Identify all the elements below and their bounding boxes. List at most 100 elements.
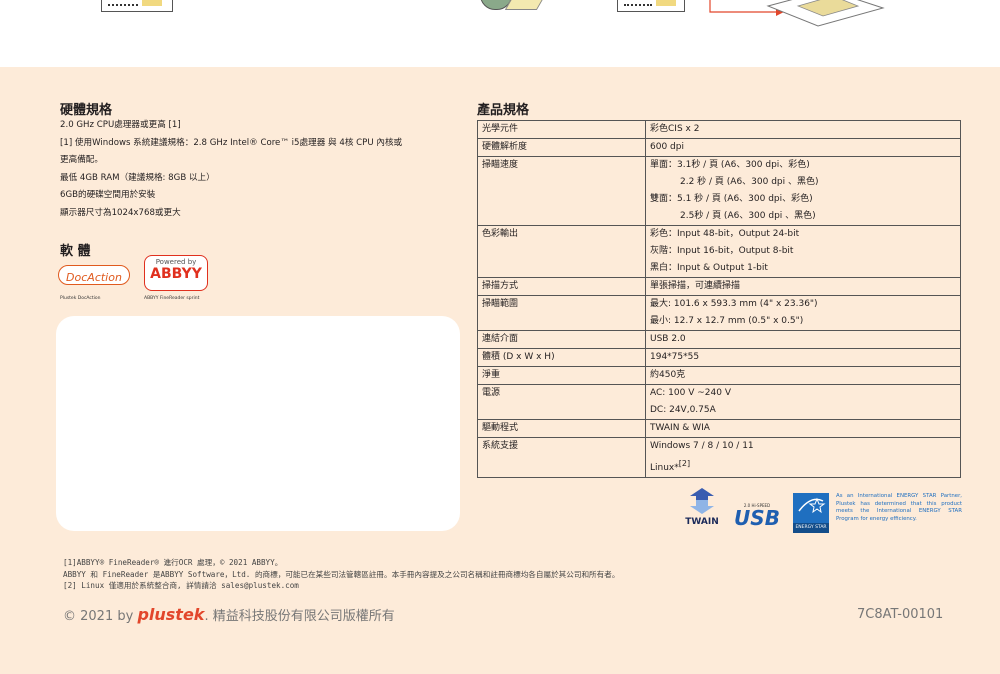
hardware-requirements: 2.0 GHz CPU處理器或更高 [1] [1] 使用Windows 系統建議…: [60, 117, 460, 222]
hardware-line: 更高備配。: [60, 155, 103, 165]
table-row: 掃描方式 單張掃描，可連續掃描: [477, 277, 961, 296]
copyright: © 2021 by plustek. 精益科技股份有限公司版權所有: [63, 605, 395, 624]
top-illustration-strip: [0, 0, 1000, 67]
hardware-title: 硬體規格: [60, 103, 113, 118]
copyright-suffix: . 精益科技股份有限公司版權所有: [204, 609, 395, 624]
spec-key: 淨重: [477, 366, 646, 385]
spec-key: 光學元件: [477, 120, 646, 139]
usb-logo: 2.0 Hi-SPEED USB: [733, 503, 781, 533]
spec-value-line: USB 2.0: [650, 334, 686, 344]
table-row: 掃瞄速度 單面：3.1秒 / 頁 (A6、300 dpi、彩色) 2.2 秒 /…: [477, 156, 961, 226]
table-row: 電源 AC: 100 V ~240 V DC: 24V,0.75A: [477, 384, 961, 420]
energy-star-logo: ENERGY STAR: [793, 493, 829, 533]
spec-key: 掃描方式: [477, 277, 646, 296]
spec-value: 彩色：Input 48-bit，Output 24-bit 灰階：Input 1…: [645, 225, 961, 278]
abbyy-powered-text: Powered by: [155, 258, 197, 266]
spec-value-line: 最大: 101.6 x 593.3 mm (4" x 23.36"): [650, 299, 818, 309]
scanner-illustration-left: [101, 0, 173, 12]
copyright-prefix: © 2021 by: [63, 609, 134, 624]
spec-value-line: 單張掃描，可連續掃描: [650, 281, 741, 291]
spec-key: 色彩輸出: [477, 225, 646, 278]
table-row: 淨重 約450克: [477, 366, 961, 385]
spec-value-line: 2.5秒 / 頁 (A6、300 dpi 、黑色): [680, 211, 816, 221]
spec-value: 彩色CIS x 2: [645, 120, 961, 139]
hardware-line: 2.0 GHz CPU處理器或更高 [1]: [60, 120, 181, 130]
document-code: 7C8AT-00101: [857, 607, 944, 622]
spec-key: 驅動程式: [477, 419, 646, 438]
spec-value: USB 2.0: [645, 330, 961, 349]
spec-value-line: 單面：3.1秒 / 頁 (A6、300 dpi、彩色): [650, 160, 810, 170]
hardware-line: 6GB的硬碟空間用於安裝: [60, 190, 156, 200]
spec-key: 掃瞄範圍: [477, 295, 646, 331]
twain-logo: TWAIN: [676, 488, 728, 530]
linux-text: Linux*: [650, 463, 679, 473]
usb-logo-text: USB: [734, 506, 780, 530]
docaction-logo: DocAction: [58, 265, 130, 285]
software-title: 軟 體: [60, 244, 91, 259]
table-row: 體積 (D x W x H) 194*75*55: [477, 348, 961, 367]
energy-star-icon: [798, 497, 826, 514]
spec-value-line: 黑白：Input & Output 1-bit: [650, 263, 768, 273]
spec-value-line: 2.2 秒 / 頁 (A6、300 dpi 、黑色): [680, 177, 819, 187]
spec-value-line: 雙面：5.1 秒 / 頁 (A6、300 dpi、彩色): [650, 194, 813, 204]
spec-value-line: TWAIN & WIA: [650, 423, 710, 433]
footnotes: [1]ABBYY® FineReader® 進行OCR 處理，© 2021 AB…: [63, 557, 963, 592]
table-row: 色彩輸出 彩色：Input 48-bit，Output 24-bit 灰階：In…: [477, 225, 961, 278]
spec-table: 光學元件 彩色CIS x 2 硬體解析度 600 dpi 掃瞄速度 單面：3.1…: [477, 120, 961, 478]
product-title: 產品規格: [477, 103, 530, 118]
spec-value: 單張掃描，可連續掃描: [645, 277, 961, 296]
spec-value: 600 dpi: [645, 138, 961, 157]
spec-value-line: DC: 24V,0.75A: [650, 405, 716, 415]
spec-key: 掃瞄速度: [477, 156, 646, 226]
footnote-line: [2] Linux 僅適用於系統整合商, 詳情請洽 sales@plustek.…: [63, 581, 299, 590]
abbyy-logo: Powered by ABBYY: [144, 255, 208, 291]
spec-value-line: 194*75*55: [650, 352, 700, 362]
spec-value: 約450克: [645, 366, 961, 385]
spec-value: 最大: 101.6 x 593.3 mm (4" x 23.36") 最小: 1…: [645, 295, 961, 331]
spec-value-line: 彩色：Input 48-bit，Output 24-bit: [650, 229, 800, 239]
spec-key: 電源: [477, 384, 646, 420]
spec-value: AC: 100 V ~240 V DC: 24V,0.75A: [645, 384, 961, 420]
spec-value: TWAIN & WIA: [645, 419, 961, 438]
spec-value-line: Linux*[2]: [650, 455, 956, 477]
spec-value-line: Windows 7 / 8 / 10 / 11: [650, 441, 754, 451]
energy-star-statement: As an International ENERGY STAR Partner,…: [836, 493, 962, 522]
hardware-line: [1] 使用Windows 系統建議規格：2.8 GHz Intel® Core…: [60, 137, 403, 148]
hardware-line: 最低 4GB RAM（建議規格: 8GB 以上）: [60, 172, 215, 183]
spec-key: 硬體解析度: [477, 138, 646, 157]
docaction-caption: Plustek DocAction: [60, 296, 101, 301]
spec-value: 194*75*55: [645, 348, 961, 367]
spec-value: Windows 7 / 8 / 10 / 11 Linux*[2]: [645, 437, 961, 478]
table-row: 光學元件 彩色CIS x 2: [477, 120, 961, 139]
table-row: 驅動程式 TWAIN & WIA: [477, 419, 961, 438]
spec-value-line: 灰階：Input 16-bit，Output 8-bit: [650, 246, 794, 256]
scanner-illustration-right: [617, 0, 685, 12]
scanner-illustration-mid: [480, 0, 550, 10]
spec-value-line: 彩色CIS x 2: [650, 124, 700, 134]
twain-logo-text: TWAIN: [685, 517, 719, 527]
hardware-line: 顯示器尺寸為1024x768或更大: [60, 207, 181, 218]
docaction-logo-text: DocAction: [66, 271, 122, 284]
table-row: 掃瞄範圍 最大: 101.6 x 593.3 mm (4" x 23.36") …: [477, 295, 961, 331]
arrow-illustration: [709, 0, 885, 27]
spec-value: 單面：3.1秒 / 頁 (A6、300 dpi、彩色) 2.2 秒 / 頁 (A…: [645, 156, 961, 226]
blank-panel: [56, 316, 460, 531]
spec-key: 體積 (D x W x H): [477, 348, 646, 367]
energy-star-label: ENERGY STAR: [793, 523, 829, 533]
spec-key: 連結介面: [477, 330, 646, 349]
twain-arrows-icon: [690, 488, 714, 514]
footnote-line: ABBYY 和 FineReader 是ABBYY Software，Ltd. …: [63, 569, 620, 579]
spec-value-line: 600 dpi: [650, 142, 684, 152]
table-row: 硬體解析度 600 dpi: [477, 138, 961, 157]
footnote-line: [1]ABBYY® FineReader® 進行OCR 處理，© 2021 AB…: [63, 558, 283, 567]
table-row: 系統支援 Windows 7 / 8 / 10 / 11 Linux*[2]: [477, 437, 961, 478]
footnote-ref: [2]: [678, 459, 691, 468]
spec-value-line: 最小: 12.7 x 12.7 mm (0.5" x 0.5"): [650, 316, 804, 326]
spec-value-line: 約450克: [650, 370, 686, 380]
abbyy-logo-text: ABBYY: [150, 266, 202, 282]
plustek-logo: plustek: [137, 605, 205, 624]
table-row: 連結介面 USB 2.0: [477, 330, 961, 349]
spec-key: 系統支援: [477, 437, 646, 478]
spec-value-line: AC: 100 V ~240 V: [650, 388, 731, 398]
abbyy-caption: ABBYY FineReader sprint: [144, 296, 200, 301]
